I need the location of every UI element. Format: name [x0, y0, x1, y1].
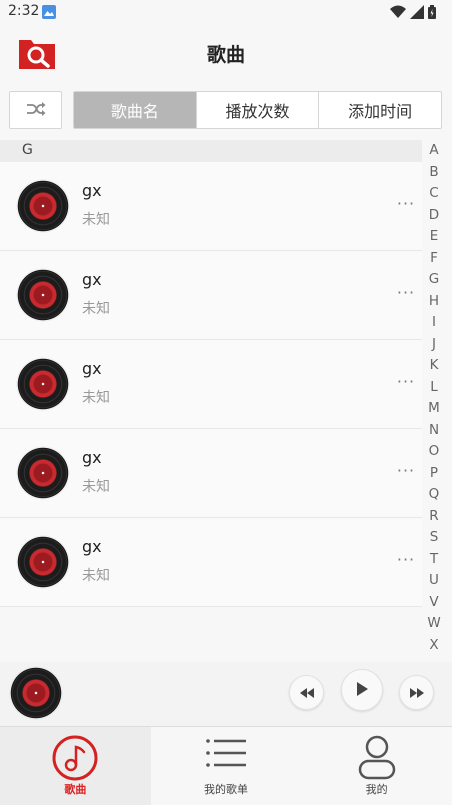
alphabet-index-letter[interactable]: R: [424, 506, 444, 528]
alphabet-index-letter[interactable]: M: [424, 398, 444, 420]
app-notification-icon: [42, 4, 56, 23]
more-options-button[interactable]: ···: [392, 372, 420, 392]
tab-sort-by-name[interactable]: 歌曲名: [74, 92, 196, 128]
alphabet-index-letter[interactable]: L: [424, 377, 444, 399]
nav-item-songs[interactable]: 歌曲: [0, 727, 151, 805]
section-header: G: [0, 140, 422, 162]
alphabet-index-letter[interactable]: K: [424, 355, 444, 377]
vinyl-record-icon: [17, 269, 69, 321]
play-icon: [356, 681, 368, 700]
battery-icon: [428, 4, 436, 23]
previous-button[interactable]: [289, 675, 324, 710]
now-playing-cover[interactable]: [10, 667, 62, 719]
play-button[interactable]: [341, 669, 383, 711]
next-button[interactable]: [399, 675, 434, 710]
signal-icon: [410, 4, 424, 23]
section-letter: G: [22, 142, 33, 158]
song-row[interactable]: gx 未知 ···: [0, 162, 422, 251]
alphabet-index-letter[interactable]: B: [424, 162, 444, 184]
alphabet-index-letter[interactable]: H: [424, 291, 444, 313]
song-title: gx: [82, 448, 102, 467]
wifi-icon: [390, 4, 406, 23]
page-title: 歌曲: [206, 44, 245, 66]
alphabet-index-letter[interactable]: G: [424, 269, 444, 291]
song-title: gx: [82, 181, 102, 200]
alphabet-index-letter[interactable]: S: [424, 527, 444, 549]
song-row[interactable]: gx 未知 ···: [0, 429, 422, 518]
alphabet-index-letter[interactable]: D: [424, 205, 444, 227]
alphabet-index-letter[interactable]: N: [424, 420, 444, 442]
song-title: gx: [82, 270, 102, 289]
alphabet-index-letter[interactable]: C: [424, 183, 444, 205]
tab-sort-by-play-count[interactable]: 播放次数: [195, 92, 319, 128]
nav-label-songs: 歌曲: [64, 783, 87, 796]
alphabet-index-letter[interactable]: T: [424, 549, 444, 571]
alphabet-index[interactable]: A B C D E F G H I J K L M N O P Q R S T …: [424, 140, 444, 656]
song-artist: 未知: [82, 390, 110, 406]
vinyl-record-icon: [17, 180, 69, 232]
music-note-icon: [51, 735, 99, 785]
alphabet-index-letter[interactable]: X: [424, 635, 444, 657]
shuffle-button[interactable]: [9, 91, 62, 129]
bottom-nav: 歌曲 我的歌单 我的: [0, 726, 452, 805]
more-options-button[interactable]: ···: [392, 283, 420, 303]
vinyl-record-icon: [17, 358, 69, 410]
alphabet-index-letter[interactable]: W: [424, 613, 444, 635]
song-title: gx: [82, 359, 102, 378]
more-options-button[interactable]: ···: [392, 550, 420, 570]
song-artist: 未知: [82, 568, 110, 584]
status-bar: 2:32: [0, 0, 452, 24]
alphabet-index-letter[interactable]: P: [424, 463, 444, 485]
playlist-icon: [204, 735, 248, 779]
shuffle-icon: [26, 101, 46, 120]
song-row[interactable]: gx 未知 ···: [0, 340, 422, 429]
alphabet-index-letter[interactable]: I: [424, 312, 444, 334]
song-artist: 未知: [82, 301, 110, 317]
alphabet-index-letter[interactable]: O: [424, 441, 444, 463]
alphabet-index-letter[interactable]: U: [424, 570, 444, 592]
mini-player: [0, 662, 452, 726]
song-artist: 未知: [82, 479, 110, 495]
rewind-icon: [299, 683, 314, 702]
song-title: gx: [82, 537, 102, 556]
alphabet-index-letter[interactable]: F: [424, 248, 444, 270]
fast-forward-icon: [409, 683, 424, 702]
more-options-button[interactable]: ···: [392, 461, 420, 481]
vinyl-record-icon: [17, 447, 69, 499]
alphabet-index-letter[interactable]: Q: [424, 484, 444, 506]
app-header: 歌曲: [0, 24, 452, 84]
nav-label-playlists: 我的歌单: [204, 783, 248, 796]
alphabet-index-letter[interactable]: E: [424, 226, 444, 248]
person-icon: [357, 735, 397, 785]
status-time: 2:32: [8, 3, 40, 19]
song-row[interactable]: gx 未知 ···: [0, 251, 422, 340]
more-options-button[interactable]: ···: [392, 194, 420, 214]
vinyl-record-icon: [17, 536, 69, 588]
nav-label-profile: 我的: [365, 783, 388, 796]
alphabet-index-letter[interactable]: V: [424, 592, 444, 614]
song-list: gx 未知 ··· gx 未知 ··· gx 未知 ··· gx 未知 ··· …: [0, 162, 422, 607]
alphabet-index-letter[interactable]: A: [424, 140, 444, 162]
nav-item-profile[interactable]: 我的: [301, 727, 452, 805]
song-artist: 未知: [82, 212, 110, 228]
tab-sort-by-added-time[interactable]: 添加时间: [318, 92, 441, 128]
alphabet-index-letter[interactable]: J: [424, 334, 444, 356]
song-row[interactable]: gx 未知 ···: [0, 518, 422, 607]
sort-tabs: 歌曲名 播放次数 添加时间: [73, 91, 442, 129]
nav-item-playlists[interactable]: 我的歌单: [151, 727, 302, 805]
